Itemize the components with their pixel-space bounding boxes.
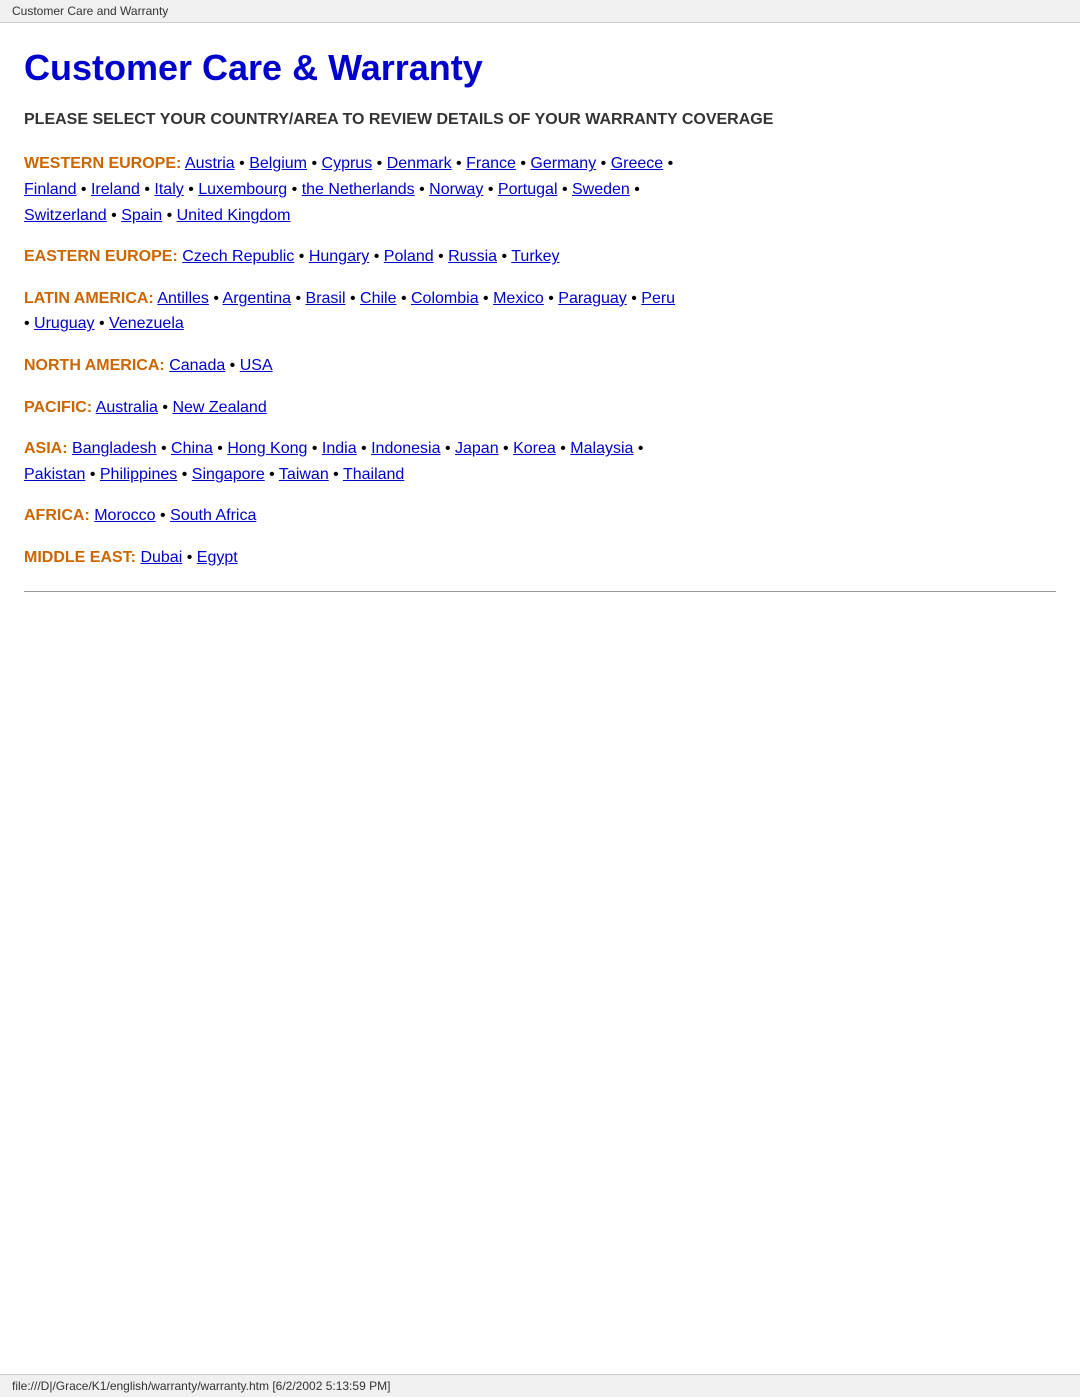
country-link-brasil[interactable]: Brasil	[306, 290, 346, 307]
country-link-philippines[interactable]: Philippines	[100, 466, 177, 483]
country-link-usa[interactable]: USA	[240, 357, 273, 374]
country-link-indonesia[interactable]: Indonesia	[371, 440, 440, 457]
page-subtitle: PLEASE SELECT YOUR COUNTRY/AREA TO REVIE…	[24, 109, 1056, 131]
region-label-latin-america: LATIN AMERICA:	[24, 290, 154, 307]
page-title: Customer Care & Warranty	[24, 47, 1056, 89]
region-label-middle-east: MIDDLE EAST:	[24, 549, 136, 566]
country-link-spain[interactable]: Spain	[121, 207, 162, 224]
region-africa: AFRICA: Morocco • South Africa	[24, 503, 1056, 529]
country-link-venezuela[interactable]: Venezuela	[109, 315, 184, 332]
region-latin-america: LATIN AMERICA: Antilles • Argentina • Br…	[24, 286, 1056, 337]
country-link-greece[interactable]: Greece	[611, 155, 663, 172]
country-link-taiwan[interactable]: Taiwan	[279, 466, 329, 483]
country-link-hong-kong[interactable]: Hong Kong	[227, 440, 307, 457]
country-link-luxembourg[interactable]: Luxembourg	[198, 181, 287, 198]
status-bar-text: file:///D|/Grace/K1/english/warranty/war…	[12, 1379, 390, 1393]
country-link-poland[interactable]: Poland	[384, 248, 434, 265]
country-link-austria[interactable]: Austria	[185, 155, 235, 172]
country-link-sweden[interactable]: Sweden	[572, 181, 630, 198]
country-link-colombia[interactable]: Colombia	[411, 290, 479, 307]
browser-tab: Customer Care and Warranty	[0, 0, 1080, 23]
country-link-italy[interactable]: Italy	[154, 181, 183, 198]
region-label-eastern-europe: EASTERN EUROPE:	[24, 248, 178, 265]
country-link-mexico[interactable]: Mexico	[493, 290, 544, 307]
country-link-finland[interactable]: Finland	[24, 181, 76, 198]
country-link-netherlands[interactable]: the Netherlands	[302, 181, 415, 198]
region-pacific: PACIFIC: Australia • New Zealand	[24, 395, 1056, 421]
country-link-united-kingdom[interactable]: United Kingdom	[177, 207, 291, 224]
main-content: Customer Care & Warranty PLEASE SELECT Y…	[0, 23, 1080, 652]
region-label-pacific: PACIFIC:	[24, 399, 92, 416]
country-link-uruguay[interactable]: Uruguay	[34, 315, 94, 332]
country-link-bangladesh[interactable]: Bangladesh	[72, 440, 157, 457]
country-link-russia[interactable]: Russia	[448, 248, 497, 265]
region-asia: ASIA: Bangladesh • China • Hong Kong • I…	[24, 436, 1056, 487]
country-link-dubai[interactable]: Dubai	[140, 549, 182, 566]
region-label-western-europe: WESTERN EUROPE:	[24, 155, 181, 172]
country-link-france[interactable]: France	[466, 155, 516, 172]
country-link-pakistan[interactable]: Pakistan	[24, 466, 85, 483]
country-link-turkey[interactable]: Turkey	[511, 248, 559, 265]
country-link-hungary[interactable]: Hungary	[309, 248, 369, 265]
country-link-ireland[interactable]: Ireland	[91, 181, 140, 198]
country-link-india[interactable]: India	[322, 440, 357, 457]
country-link-japan[interactable]: Japan	[455, 440, 499, 457]
country-link-korea[interactable]: Korea	[513, 440, 556, 457]
country-link-portugal[interactable]: Portugal	[498, 181, 558, 198]
country-link-egypt[interactable]: Egypt	[197, 549, 238, 566]
country-link-singapore[interactable]: Singapore	[192, 466, 265, 483]
country-link-china[interactable]: China	[171, 440, 213, 457]
region-label-north-america: NORTH AMERICA:	[24, 357, 165, 374]
country-link-norway[interactable]: Norway	[429, 181, 483, 198]
country-link-canada[interactable]: Canada	[169, 357, 225, 374]
region-label-africa: AFRICA:	[24, 507, 90, 524]
country-link-paraguay[interactable]: Paraguay	[558, 290, 627, 307]
region-eastern-europe: EASTERN EUROPE: Czech Republic • Hungary…	[24, 244, 1056, 270]
region-label-asia: ASIA:	[24, 440, 68, 457]
country-link-australia[interactable]: Australia	[96, 399, 158, 416]
country-link-south-africa[interactable]: South Africa	[170, 507, 256, 524]
browser-tab-title: Customer Care and Warranty	[12, 4, 168, 18]
country-link-malaysia[interactable]: Malaysia	[570, 440, 633, 457]
country-link-germany[interactable]: Germany	[530, 155, 596, 172]
country-link-thailand[interactable]: Thailand	[343, 466, 404, 483]
country-link-switzerland[interactable]: Switzerland	[24, 207, 107, 224]
divider	[24, 591, 1056, 592]
country-link-czech-republic[interactable]: Czech Republic	[182, 248, 294, 265]
country-link-morocco[interactable]: Morocco	[94, 507, 155, 524]
country-link-belgium[interactable]: Belgium	[249, 155, 307, 172]
region-north-america: NORTH AMERICA: Canada • USA	[24, 353, 1056, 379]
country-link-antilles[interactable]: Antilles	[157, 290, 209, 307]
status-bar: file:///D|/Grace/K1/english/warranty/war…	[0, 1374, 1080, 1397]
country-link-cyprus[interactable]: Cyprus	[322, 155, 373, 172]
country-link-argentina[interactable]: Argentina	[223, 290, 292, 307]
region-middle-east: MIDDLE EAST: Dubai • Egypt	[24, 545, 1056, 571]
region-western-europe: WESTERN EUROPE: Austria • Belgium • Cypr…	[24, 151, 1056, 228]
country-link-peru[interactable]: Peru	[641, 290, 675, 307]
country-link-chile[interactable]: Chile	[360, 290, 396, 307]
country-link-new-zealand[interactable]: New Zealand	[172, 399, 266, 416]
country-link-denmark[interactable]: Denmark	[387, 155, 452, 172]
